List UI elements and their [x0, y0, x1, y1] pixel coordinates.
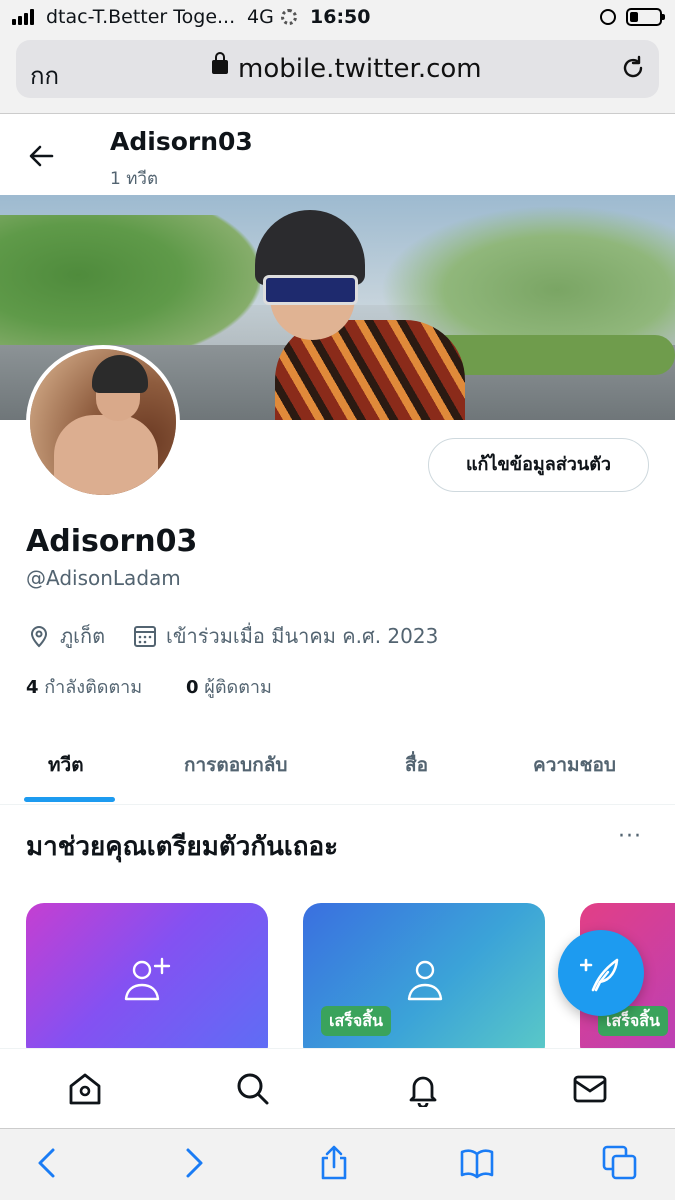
profile-name: Adisorn03: [26, 524, 198, 559]
followers-link[interactable]: 0 ผู้ติดตาม: [186, 672, 272, 701]
lock-icon: [212, 52, 228, 74]
address-bar[interactable]: กก mobile.twitter.com: [16, 40, 659, 98]
home-icon[interactable]: [67, 1071, 103, 1107]
profile-setup-card[interactable]: เสร็จสิ้น: [303, 903, 545, 1048]
compose-feather-icon: [580, 958, 619, 992]
add-user-icon: [124, 957, 171, 1001]
carrier-name: dtac-T.Better Toge...: [46, 6, 236, 28]
status-bar: dtac-T.Better Toge... 4G 16:50: [0, 0, 675, 36]
status-time: 16:50: [310, 6, 371, 28]
tabs-icon[interactable]: [602, 1145, 638, 1181]
mail-icon[interactable]: [572, 1071, 608, 1107]
onboarding-title: มาช่วยคุณเตรียมตัวกันเถอะ: [26, 832, 339, 862]
loading-icon: [281, 9, 297, 25]
location-icon: [30, 626, 48, 648]
compose-tweet-button[interactable]: [558, 930, 644, 1016]
active-tab-indicator: [24, 797, 115, 802]
tab-likes[interactable]: ความชอบ: [533, 750, 616, 780]
search-icon[interactable]: [235, 1071, 271, 1107]
reader-options-button[interactable]: กก: [30, 56, 59, 95]
network-type: 4G: [247, 6, 274, 28]
user-icon: [407, 960, 443, 1001]
tab-replies[interactable]: การตอบกลับ: [184, 750, 287, 780]
following-link[interactable]: 4 กำลังติดตาม: [26, 672, 142, 701]
share-icon[interactable]: [316, 1145, 352, 1181]
url-domain[interactable]: mobile.twitter.com: [238, 54, 482, 84]
profile-avatar[interactable]: [26, 345, 180, 499]
joined-text: เข้าร่วมเมื่อ มีนาคม ค.ศ. 2023: [166, 624, 439, 648]
tab-media[interactable]: สื่อ: [405, 750, 428, 780]
tab-tweets[interactable]: ทวีต: [48, 750, 84, 780]
follow-people-card[interactable]: [26, 903, 268, 1048]
header-name: Adisorn03: [110, 127, 253, 156]
back-arrow-icon[interactable]: [24, 139, 58, 173]
reload-icon[interactable]: [620, 55, 646, 81]
bottom-navigation: [0, 1048, 675, 1128]
back-icon[interactable]: [30, 1145, 66, 1181]
profile-tabs: ทวีต การตอบกลับ สื่อ ความชอบ: [0, 730, 675, 805]
header-tweet-count: 1 ทวีต: [110, 169, 159, 189]
joined-item: เข้าร่วมเมื่อ มีนาคม ค.ศ. 2023: [132, 620, 438, 652]
bookmarks-icon[interactable]: [459, 1145, 495, 1181]
forward-icon[interactable]: [175, 1145, 211, 1181]
profile-handle: @AdisonLadam: [26, 566, 181, 590]
rotation-lock-icon: [600, 9, 616, 25]
more-options-button[interactable]: ···: [618, 826, 652, 852]
profile-header: Adisorn03 1 ทวีต: [0, 115, 675, 195]
bell-icon[interactable]: [405, 1071, 441, 1107]
battery-icon: [626, 8, 665, 26]
edit-profile-button[interactable]: แก้ไขข้อมูลส่วนตัว: [428, 438, 649, 492]
followers-label: ผู้ติดตาม: [204, 677, 272, 698]
location-item: ภูเก็ต: [26, 620, 105, 652]
done-badge: เสร็จสิ้น: [321, 1006, 391, 1036]
following-label: กำลังติดตาม: [44, 677, 143, 698]
followers-count: 0: [186, 677, 199, 698]
signal-icon: [12, 9, 34, 25]
banner-person: [255, 210, 465, 420]
calendar-icon: [134, 626, 156, 647]
banner-trees: [0, 215, 260, 365]
browser-address-area: กก mobile.twitter.com: [0, 36, 675, 114]
location-text: ภูเก็ต: [60, 624, 106, 648]
browser-toolbar: [0, 1128, 675, 1200]
following-count: 4: [26, 677, 39, 698]
